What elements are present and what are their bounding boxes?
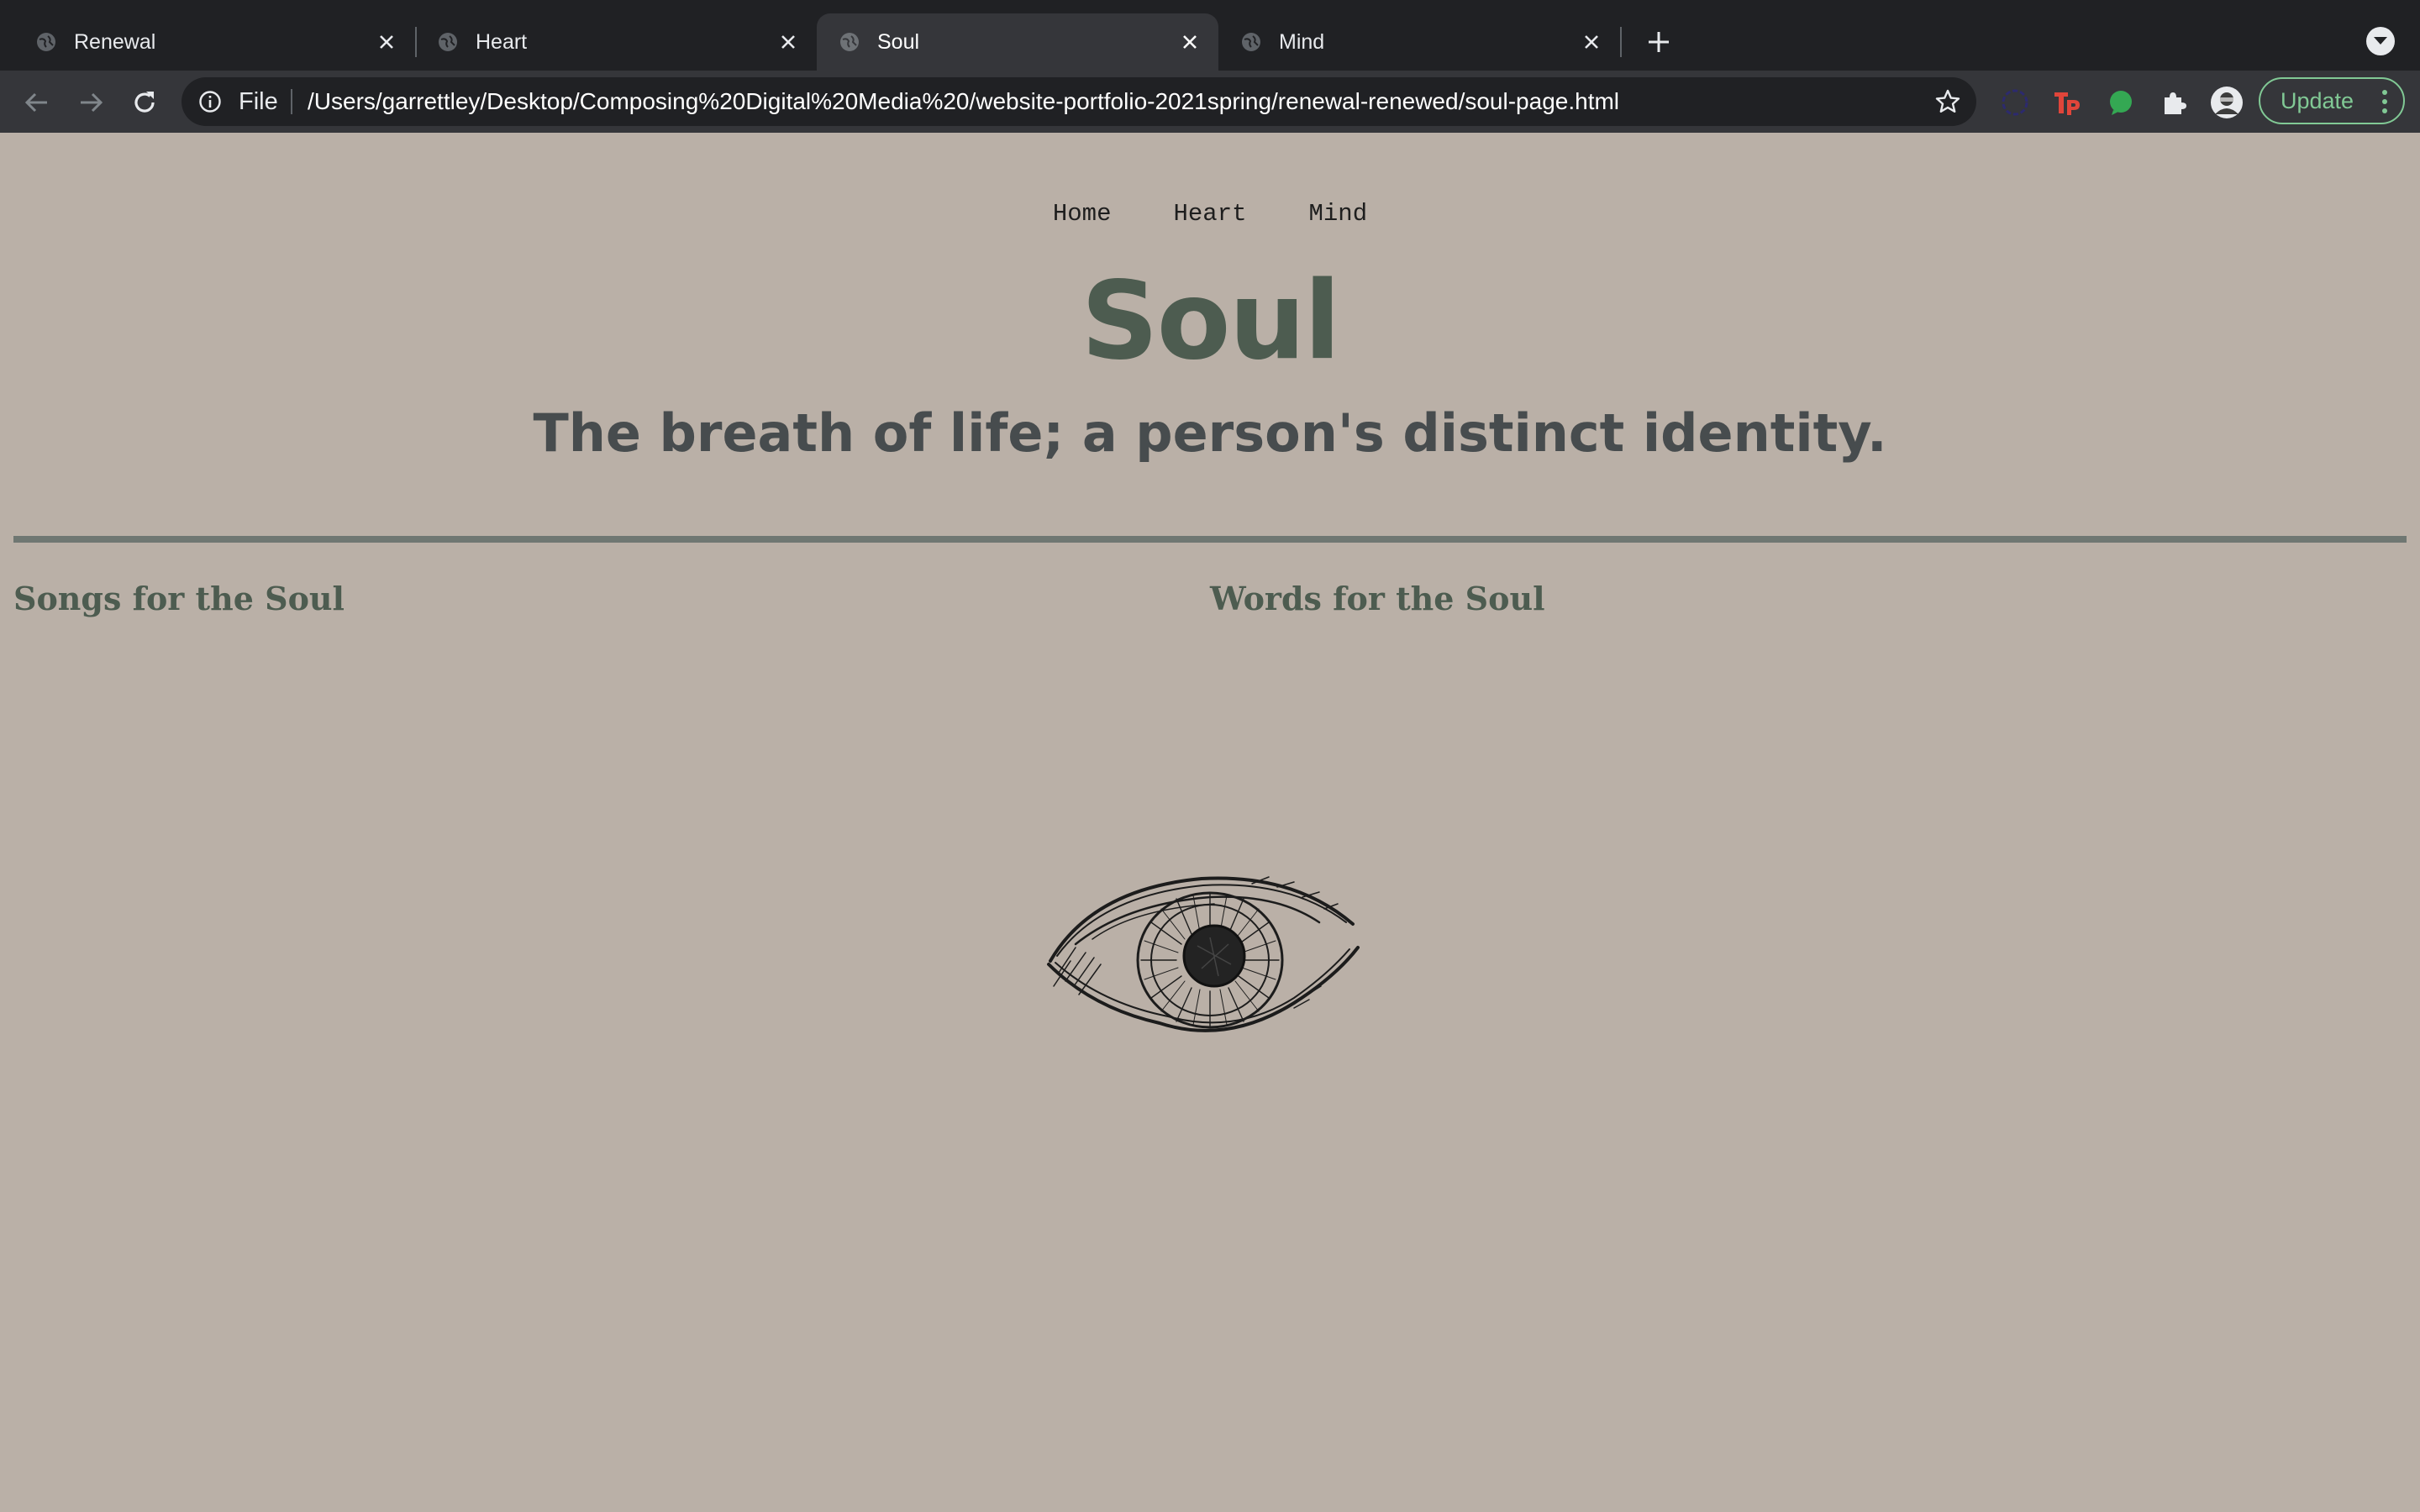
info-icon[interactable] — [198, 90, 222, 113]
reload-icon — [134, 92, 155, 113]
more-vert-icon — [2382, 90, 2387, 113]
circle-extension-icon — [2002, 89, 2028, 116]
extension-tp-button[interactable] — [2050, 86, 2084, 119]
puzzle-icon — [2165, 92, 2186, 114]
extension-circle-button[interactable] — [1998, 86, 2032, 119]
arrow-right-icon — [81, 92, 103, 113]
tab-strip: Renewal Heart Soul Mind — [0, 0, 2420, 71]
tp-extension-icon — [2054, 92, 2080, 115]
page-subtitle: The breath of life; a person's distinct … — [533, 402, 1887, 464]
browser-toolbar: File /Users/garrettley/Desktop/Composing… — [0, 71, 2420, 134]
eye-sketch-image — [1047, 876, 1360, 1032]
tab-mind[interactable]: Mind — [1218, 13, 1620, 71]
page-content: Home Heart Mind Soul The breath of life;… — [0, 133, 2420, 1512]
extensions-button[interactable] — [2158, 86, 2191, 119]
forward-button[interactable] — [74, 86, 108, 119]
tab-title: Mind — [1279, 30, 1325, 54]
tab-renewal[interactable]: Renewal — [13, 13, 415, 71]
close-icon[interactable] — [373, 29, 400, 55]
site-scheme-label[interactable]: File — [239, 89, 278, 114]
close-icon[interactable] — [1578, 29, 1605, 55]
globe-icon — [1242, 33, 1260, 51]
avatar — [2211, 87, 2243, 118]
tab-soul[interactable]: Soul — [817, 13, 1218, 71]
songs-heading: Songs for the Soul — [13, 580, 345, 617]
page-title: Soul — [1081, 259, 1340, 384]
nav-link-home[interactable]: Home — [1053, 200, 1112, 228]
globe-icon — [439, 33, 457, 51]
tab-title: Renewal — [74, 30, 156, 54]
arrow-left-icon — [24, 92, 47, 113]
words-heading: Words for the Soul — [1210, 580, 1545, 617]
extension-green-button[interactable] — [2104, 86, 2138, 119]
reload-button[interactable] — [128, 86, 161, 119]
profile-button[interactable] — [2210, 86, 2244, 119]
speech-bubble-icon — [2110, 91, 2132, 115]
divider — [13, 536, 2407, 543]
tab-separator — [1620, 27, 1622, 57]
address-bar[interactable]: File /Users/garrettley/Desktop/Composing… — [182, 77, 1976, 126]
tab-title: Heart — [476, 30, 528, 54]
new-tab-button[interactable] — [1640, 24, 1677, 60]
plus-icon — [1649, 32, 1669, 52]
close-icon[interactable] — [775, 29, 802, 55]
site-nav: Home Heart Mind — [0, 200, 2420, 228]
star-icon[interactable] — [1934, 88, 1961, 115]
globe-icon — [840, 33, 859, 51]
nav-link-heart[interactable]: Heart — [1173, 200, 1246, 228]
close-icon[interactable] — [1176, 29, 1203, 55]
update-button[interactable]: Update — [2259, 77, 2405, 124]
tab-title: Soul — [877, 30, 920, 54]
tab-heart[interactable]: Heart — [415, 13, 817, 71]
url-text[interactable]: /Users/garrettley/Desktop/Composing%20Di… — [308, 89, 1619, 114]
tab-search-button[interactable] — [2366, 27, 2395, 55]
update-label: Update — [2281, 88, 2354, 113]
back-button[interactable] — [20, 86, 54, 119]
chevron-down-icon — [2374, 37, 2387, 45]
omnibox-separator — [291, 89, 292, 114]
nav-link-mind[interactable]: Mind — [1309, 200, 1368, 228]
globe-icon — [37, 33, 55, 51]
